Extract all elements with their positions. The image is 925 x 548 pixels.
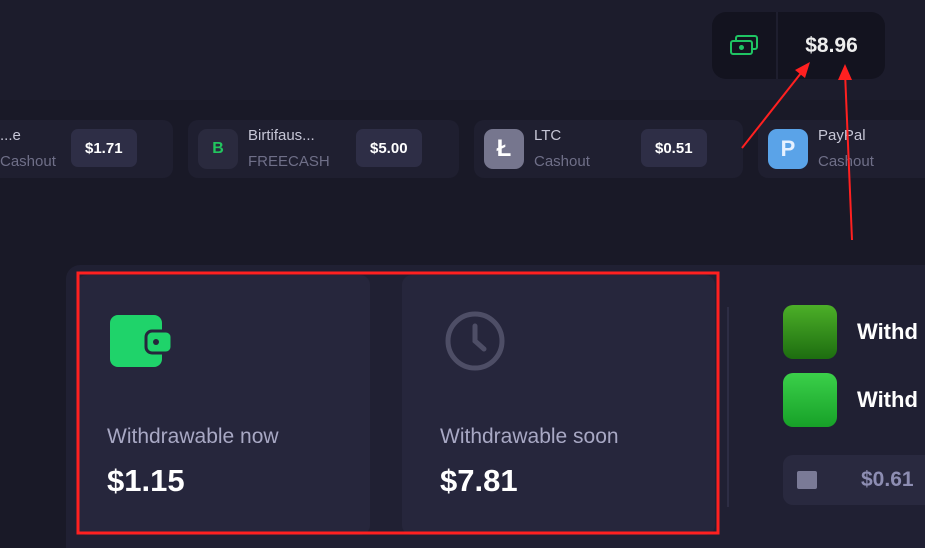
solitaire-icon [783, 373, 837, 427]
offer-logo: B [198, 129, 238, 169]
offer-sub: FREECASH [248, 153, 330, 170]
offer-card[interactable]: B Birtifaus... FREECASH $5.00 [188, 120, 459, 178]
gift-icon [797, 471, 817, 489]
offer-card[interactable]: ...e Cashout $1.71 [0, 120, 173, 178]
clock-icon [444, 310, 506, 377]
solitaire-icon [783, 305, 837, 359]
offer-name: LTC [534, 127, 562, 144]
wallet-icon [110, 315, 174, 372]
balance-widget[interactable]: $8.96 [712, 12, 885, 79]
withdrawable-soon-value: $7.81 [440, 463, 518, 498]
offer-sub: Cashout [0, 153, 56, 170]
offer-name: Birtifaus... [248, 127, 315, 144]
offer-name: ...e [0, 127, 21, 144]
withdrawable-soon-label: Withdrawable soon [440, 425, 619, 448]
withdrawable-now-card: Withdrawable now $1.15 [77, 275, 370, 535]
withdrawable-soon-card: Withdrawable soon $7.81 [402, 275, 715, 535]
game-label: Withd [857, 387, 918, 412]
offer-sub: Cashout [534, 153, 590, 170]
divider [727, 307, 729, 507]
offer-name: PayPal [818, 127, 866, 144]
ltc-icon: Ł [484, 129, 524, 169]
gift-value: $0.61 [861, 468, 914, 491]
gift-row[interactable]: $0.61 [783, 455, 925, 505]
offer-amount: $5.00 [356, 129, 422, 167]
balance-amount: $8.96 [805, 33, 858, 57]
cash-icon [712, 12, 778, 79]
offer-card[interactable]: Ł LTC Cashout $0.51 [474, 120, 743, 178]
game-item[interactable]: Withd [783, 373, 925, 427]
withdrawable-now-value: $1.15 [107, 463, 185, 498]
offer-sub: Cashout [818, 153, 874, 170]
offer-amount: $0.51 [641, 129, 707, 167]
paypal-icon: P [768, 129, 808, 169]
withdrawable-now-label: Withdrawable now [107, 425, 279, 448]
game-item[interactable]: Withd [783, 305, 925, 359]
offer-amount: $1.71 [71, 129, 137, 167]
offer-strip: ...e Cashout $1.71 B Birtifaus... FREECA… [0, 120, 925, 178]
offer-card[interactable]: P PayPal Cashout [758, 120, 925, 178]
game-label: Withd [857, 319, 918, 344]
